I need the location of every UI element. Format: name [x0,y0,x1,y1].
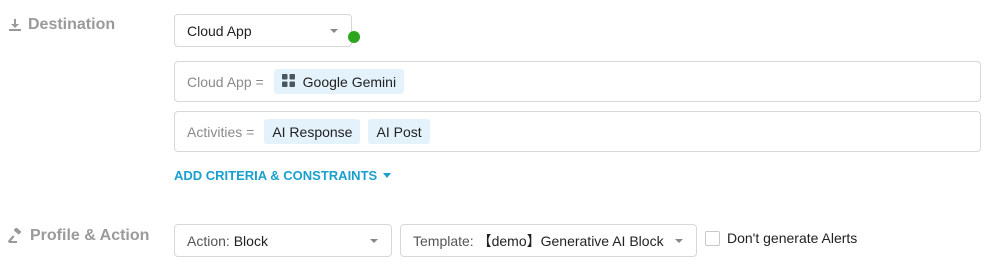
destination-select[interactable]: Cloud App [174,14,352,47]
status-indicator-dot [348,31,360,43]
download-icon [8,18,22,32]
chevron-down-icon [370,239,378,243]
template-prefix: Template: [413,232,474,249]
add-criteria-label: ADD CRITERIA & CONSTRAINTS [174,168,378,183]
chip-label: AI Post [376,123,422,140]
action-select[interactable]: Action: Block [174,224,392,257]
profile-action-label: Profile & Action [30,227,150,244]
criteria-label-activities: Activities = [187,123,255,140]
action-prefix: Action: [187,232,230,249]
chip-label: Google Gemini [302,73,397,90]
chevron-down-icon [675,239,683,243]
profile-action-section-label: Profile & Action [8,227,149,245]
action-value: Block [233,232,268,249]
template-select[interactable]: Template: 【demo】Generative AI Block [400,224,697,257]
criteria-activities[interactable]: Activities = AI Response AI Post [174,111,981,152]
gavel-icon [8,228,24,244]
criteria-cloud-app[interactable]: Cloud App = Google Gemini [174,61,981,102]
destination-section-label: Destination [8,16,115,34]
criteria-chip-google-gemini[interactable]: Google Gemini [273,69,405,94]
add-criteria-link[interactable]: ADD CRITERIA & CONSTRAINTS [174,168,392,183]
chevron-down-icon [330,29,338,33]
dont-generate-alerts-option[interactable]: Don't generate Alerts [705,230,857,246]
action-select-text: Action: Block [187,233,268,249]
template-value: 【demo】Generative AI Block [477,232,664,249]
criteria-chip-ai-post[interactable]: AI Post [368,119,430,144]
destination-label: Destination [28,16,116,33]
app-grid-icon [281,73,295,90]
destination-select-value: Cloud App [187,22,252,39]
criteria-chip-ai-response[interactable]: AI Response [264,119,361,144]
chip-label: AI Response [272,123,353,140]
caret-down-icon [383,173,392,178]
dont-generate-alerts-checkbox[interactable] [705,230,720,246]
template-select-text: Template: 【demo】Generative AI Block [413,231,664,251]
dont-generate-alerts-label: Don't generate Alerts [727,230,858,246]
criteria-label-cloud-app: Cloud App = [187,73,264,90]
